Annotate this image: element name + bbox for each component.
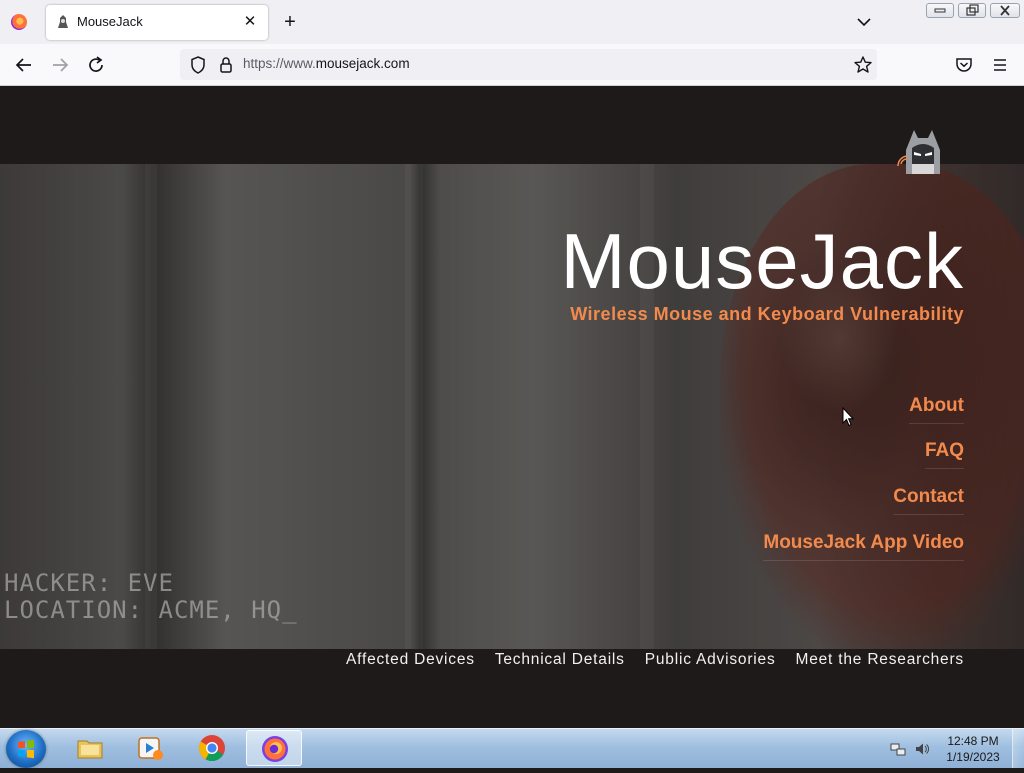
footer-link-affected-devices[interactable]: Affected Devices [346,651,475,669]
mousejack-favicon-icon [58,15,68,28]
show-desktop-button[interactable] [1012,729,1024,768]
firefox-view-icon[interactable] [11,14,27,30]
footer-link-researchers[interactable]: Meet the Researchers [796,651,965,669]
folder-icon [77,740,103,759]
lock-icon[interactable] [214,53,238,77]
taskbar-firefox[interactable] [246,730,302,766]
browser-tab[interactable]: MouseJack ✕ [46,5,268,40]
back-arrow-icon[interactable] [12,53,36,77]
mouse-cursor-icon [842,407,854,427]
video-caption-overlay: HACKER: EVE LOCATION: ACME, HQ_ [4,570,298,624]
hacker-mascot-logo-icon[interactable] [896,126,950,180]
media-player-icon [138,737,163,760]
footer-link-public-advisories[interactable]: Public Advisories [645,651,776,669]
bookmark-star-icon[interactable] [851,53,875,77]
minimize-window-button[interactable] [926,3,954,18]
url-text[interactable]: https://www.mousejack.com [243,56,410,71]
taskbar-media-player[interactable] [122,730,178,766]
footer-nav: Affected Devices Technical Details Publi… [346,651,964,669]
volume-tray-icon[interactable] [914,741,930,757]
nav-link-app-video[interactable]: MouseJack App Video [763,532,964,561]
chrome-icon [198,735,225,762]
windows-logo-icon [18,739,34,759]
start-button[interactable] [6,730,46,768]
tab-title: MouseJack [77,14,143,29]
nav-link-faq[interactable]: FAQ [924,440,964,469]
clock-time: 12:48 PM [947,734,999,748]
hamburger-menu-icon[interactable] [988,53,1012,77]
taskbar-explorer[interactable] [62,730,118,766]
tracking-protection-shield-icon[interactable] [186,53,210,77]
system-clock[interactable]: 12:48 PM 1/19/2023 [940,733,1006,765]
address-bar[interactable]: https://www.mousejack.com [180,49,877,80]
site-title: MouseJack [560,217,964,305]
url-domain: mousejack.com [315,56,410,71]
taskbar-chrome[interactable] [184,730,240,766]
clock-date: 1/19/2023 [946,750,1000,764]
web-page: HACKER: EVE LOCATION: ACME, HQ_ MouseJac… [0,86,1024,728]
caption-location: LOCATION: ACME, HQ_ [4,596,298,624]
windows-taskbar: 12:48 PM 1/19/2023 [0,728,1024,768]
firefox-icon [262,736,288,762]
network-tray-icon[interactable] [890,741,906,757]
url-prefix: https://www. [243,56,316,71]
restore-window-button[interactable] [958,3,986,18]
nav-link-contact[interactable]: Contact [893,486,964,515]
forward-arrow-icon[interactable] [48,53,72,77]
browser-nav-bar: https://www.mousejack.com [0,44,1024,86]
browser-tab-bar: MouseJack ✕ + [0,0,1024,44]
close-window-button[interactable] [990,3,1020,18]
nav-link-about[interactable]: About [909,395,964,424]
chevron-down-icon[interactable] [856,12,872,32]
site-subtitle: Wireless Mouse and Keyboard Vulnerabilit… [570,304,964,324]
new-tab-icon[interactable]: + [280,11,300,33]
pocket-icon[interactable] [952,53,976,77]
reload-icon[interactable] [84,53,108,77]
close-tab-icon[interactable]: ✕ [239,11,261,33]
caption-hacker: HACKER: EVE [4,569,174,597]
footer-link-technical-details[interactable]: Technical Details [495,651,625,669]
